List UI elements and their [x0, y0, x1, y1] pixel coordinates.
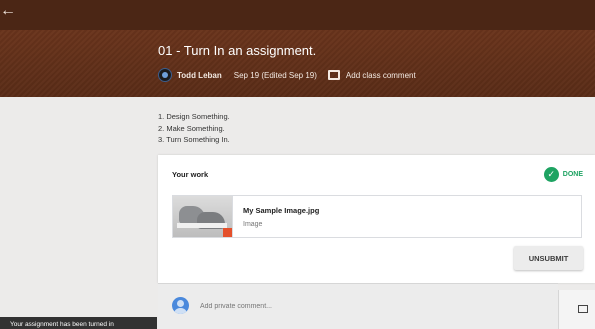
image-type-icon [223, 228, 232, 237]
top-bar: ← [0, 0, 595, 30]
user-avatar [172, 297, 189, 314]
comment-icon[interactable] [327, 70, 340, 80]
attachment-type: Image [243, 221, 263, 228]
status-badge: ✓ DONE [543, 167, 583, 182]
author-avatar [158, 68, 172, 82]
arrow-left-icon[interactable]: ← [0, 3, 16, 19]
instruction-line: 3. Turn Something In. [158, 135, 230, 144]
assignment-meta: Todd Leban Sep 19 (Edited Sep 19) Add cl… [158, 67, 416, 83]
add-class-comment-link[interactable]: Add class comment [346, 71, 416, 80]
your-work-heading: Your work [172, 170, 209, 179]
corner-panel[interactable] [558, 290, 595, 329]
assignment-instructions: 1. Design Something. 2. Make Something. … [158, 111, 230, 146]
toast-notification: Your assignment has been turned in [0, 317, 157, 329]
instruction-line: 2. Make Something. [158, 123, 225, 133]
check-circle-icon: ✓ [543, 167, 559, 182]
unsubmit-button[interactable]: UNSUBMIT [514, 246, 583, 270]
attachment-name: My Sample Image.jpg [243, 206, 320, 215]
your-work-card: Your work ✓ DONE My Sample Image.jpg Ima… [158, 155, 595, 283]
instruction-line: 1. Design Something. [158, 112, 230, 121]
attachment-thumbnail [173, 196, 233, 237]
post-date: Sep 19 (Edited Sep 19) [233, 70, 317, 80]
window-icon[interactable] [578, 305, 588, 313]
attachment-item[interactable]: My Sample Image.jpg Image [172, 195, 582, 238]
assignment-header [0, 30, 595, 97]
author-name: Todd Leban [177, 70, 222, 80]
private-comment-area [158, 283, 558, 329]
status-label: DONE [562, 171, 583, 178]
assignment-title: 01 - Turn In an assignment. [158, 43, 317, 58]
private-comment-input[interactable] [200, 300, 500, 312]
